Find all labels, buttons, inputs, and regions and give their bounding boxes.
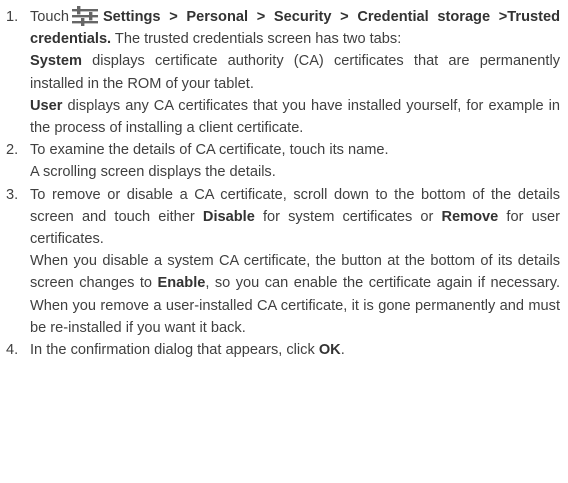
step-1: 1. Touch Settings > Personal > Security >… [6, 6, 560, 139]
step-4: 4. In the confirmation dialog that appea… [6, 339, 560, 361]
system-tab-term: System [30, 53, 82, 70]
step-4-text: In the confirmation dialog that appears,… [30, 339, 560, 361]
system-tab-description: System displays certificate authority (C… [30, 50, 560, 94]
user-tab-text: displays any CA certificates that you ha… [30, 97, 560, 137]
step-3-text-b: for system certificates or [262, 208, 434, 225]
user-tab-term: User [30, 97, 63, 114]
instruction-page: 1. Touch Settings > Personal > Security >… [0, 0, 568, 483]
settings-sliders-icon [71, 6, 98, 26]
step-2-line-1: To examine the details of CA certificate… [30, 142, 389, 159]
step-4-text-b: . [340, 342, 345, 359]
step-number: 4. [6, 342, 19, 359]
step-3: 3. To remove or disable a CA certificate… [6, 184, 560, 339]
step-3-disable-details: When you disable a system CA certificate… [30, 250, 560, 339]
ok-term: OK [318, 342, 341, 359]
step-1-after-path: The trusted credentials screen has two t… [114, 31, 402, 48]
step-4-text-a: In the confirmation dialog that appears,… [30, 342, 315, 359]
step-1-text: Touch Settings > Personal > Security > Cr… [30, 6, 560, 50]
enable-term: Enable [157, 275, 206, 292]
user-tab-description: User displays any CA certificates that y… [30, 95, 560, 139]
step-2: 2. To examine the details of CA certific… [6, 139, 560, 183]
system-tab-text: displays certificate authority (CA) cert… [30, 53, 560, 92]
disable-term: Disable [202, 208, 255, 225]
step-3-remove-disable: To remove or disable a CA certificate, s… [30, 184, 560, 251]
step-2-line-2: A scrolling screen displays the details. [30, 164, 276, 181]
step-number: 2. [6, 142, 19, 159]
instruction-steps: 1. Touch Settings > Personal > Security >… [6, 6, 560, 361]
step-1-lead: Touch [30, 9, 69, 25]
step-number: 1. [6, 9, 19, 25]
step-number: 3. [6, 186, 19, 203]
remove-term: Remove [441, 208, 499, 225]
